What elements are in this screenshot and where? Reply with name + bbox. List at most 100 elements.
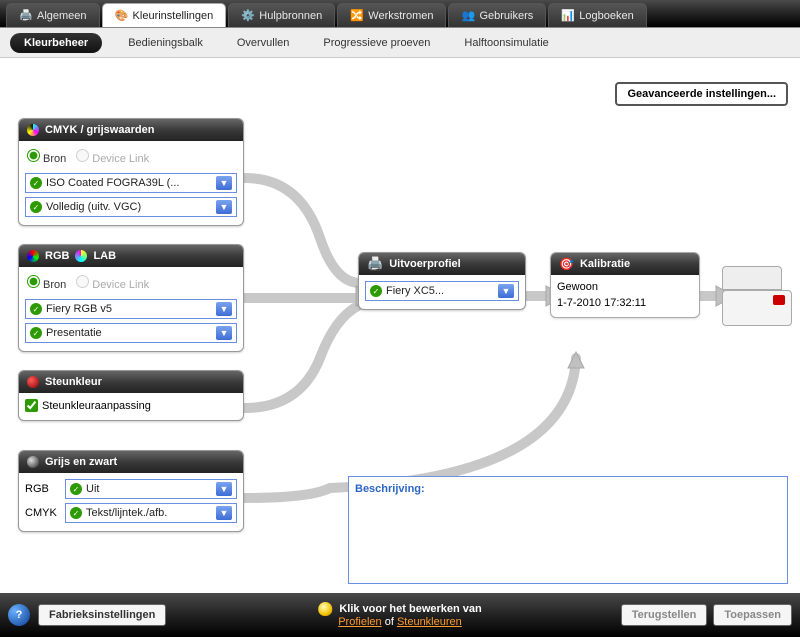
top-tab-bar: 🖨️ Algemeen 🎨 Kleurinstellingen ⚙️ Hulpb…: [0, 0, 800, 28]
combo-text: Presentatie: [46, 327, 102, 339]
tab-werkstromen[interactable]: 🔀 Werkstromen: [337, 3, 446, 27]
workflow-icon: 🔀: [350, 9, 364, 23]
link-steunkleuren[interactable]: Steunkleuren: [397, 616, 462, 628]
footer-bar: ? Fabrieksinstellingen Klik voor het bew…: [0, 593, 800, 637]
spot-match-checkbox[interactable]: Steunkleuraanpassing: [25, 399, 237, 412]
cmyk-icon: [27, 124, 39, 136]
tab-label: Werkstromen: [368, 10, 433, 22]
panel-header: Steunkleur: [19, 371, 243, 393]
check-icon: ✓: [30, 327, 42, 339]
panel-title: Grijs en zwart: [45, 456, 117, 468]
panel-header: RGB LAB: [19, 245, 243, 267]
spot-icon: [27, 376, 39, 388]
chevron-down-icon: ▼: [216, 506, 232, 520]
link-profielen[interactable]: Profielen: [338, 616, 381, 628]
hint-sep: of: [382, 616, 397, 628]
check-icon: ✓: [30, 303, 42, 315]
radio-bron[interactable]: Bron: [27, 149, 66, 165]
combo-text: Uit: [86, 483, 99, 495]
chevron-down-icon: ▼: [498, 284, 514, 298]
footer-hint: Klik voor het bewerken van Profielen of …: [318, 602, 482, 629]
tab-algemeen[interactable]: 🖨️ Algemeen: [6, 3, 100, 27]
tab-gebruikers[interactable]: 👥 Gebruikers: [448, 3, 546, 27]
tab-label: Logboeken: [579, 10, 633, 22]
combo-text: Fiery RGB v5: [46, 303, 112, 315]
check-icon: ✓: [70, 507, 82, 519]
checkbox-label: Steunkleuraanpassing: [42, 400, 151, 412]
tab-logboeken[interactable]: 📊 Logboeken: [548, 3, 646, 27]
calibration-timestamp: 1-7-2010 17:32:11: [557, 297, 693, 309]
combo-text: Volledig (uitv. VGC): [46, 201, 141, 213]
panel-title: Uitvoerprofiel: [389, 258, 461, 270]
panel-header: Grijs en zwart: [19, 451, 243, 473]
tab-hulpbronnen[interactable]: ⚙️ Hulpbronnen: [228, 3, 335, 27]
combo-text: ISO Coated FOGRA39L (...: [46, 177, 179, 189]
tab-label: Gebruikers: [479, 10, 533, 22]
chart-icon: 📊: [561, 9, 575, 23]
panel-gray-black: Grijs en zwart RGB ✓ Uit ▼ CMYK ✓Tekst/li…: [18, 450, 244, 532]
panel-title: Kalibratie: [580, 258, 630, 270]
panel-title-lab: LAB: [93, 250, 116, 262]
calibration-name: Gewoon: [557, 281, 693, 293]
color-wheel-icon: 🎨: [115, 9, 129, 23]
cmyk-intent-select[interactable]: ✓ Volledig (uitv. VGC) ▼: [25, 197, 237, 217]
panel-title: Steunkleur: [45, 376, 102, 388]
advanced-settings-button[interactable]: Geavanceerde instellingen...: [615, 82, 788, 106]
radio-device-link[interactable]: Device Link: [76, 275, 149, 291]
panel-cmyk: CMYK / grijswaarden Bron Device Link ✓ IS…: [18, 118, 244, 226]
panel-title-rgb: RGB: [45, 250, 69, 262]
lab-icon: [75, 250, 87, 262]
panel-output-profile: 🖨️ Uitvoerprofiel ✓ Fiery XC5... ▼: [358, 252, 526, 310]
chevron-down-icon: ▼: [216, 200, 232, 214]
check-icon: ✓: [30, 201, 42, 213]
panel-header: 🎯 Kalibratie: [551, 253, 699, 275]
panel-header: 🖨️ Uitvoerprofiel: [359, 253, 525, 275]
check-icon: ✓: [70, 483, 82, 495]
rgb-source-radios: Bron Device Link: [25, 273, 237, 295]
factory-defaults-button[interactable]: Fabrieksinstellingen: [38, 604, 166, 626]
gray-rgb-select[interactable]: ✓Uit ▼: [65, 479, 237, 499]
panel-calibration: 🎯 Kalibratie Gewoon 1-7-2010 17:32:11: [550, 252, 700, 318]
description-box: Beschrijving:: [348, 476, 788, 584]
apply-button[interactable]: Toepassen: [713, 604, 792, 626]
subtab-bedieningsbalk[interactable]: Bedieningsbalk: [120, 33, 211, 53]
cmyk-source-radios: Bron Device Link: [25, 147, 237, 169]
calibration-icon: 🎯: [559, 257, 574, 271]
subtab-overvullen[interactable]: Overvullen: [229, 33, 298, 53]
gear-icon: ⚙️: [241, 9, 255, 23]
tab-label: Hulpbronnen: [259, 10, 322, 22]
gray-rgb-label: RGB: [25, 483, 59, 495]
sub-tab-bar: Kleurbeheer Bedieningsbalk Overvullen Pr…: [0, 28, 800, 58]
panel-rgb-lab: RGB LAB Bron Device Link ✓ Fiery RGB v5 ▼…: [18, 244, 244, 352]
radio-device-link[interactable]: Device Link: [76, 149, 149, 165]
tab-kleurinstellingen[interactable]: 🎨 Kleurinstellingen: [102, 3, 227, 27]
combo-text: Fiery XC5...: [386, 285, 444, 297]
gray-cmyk-select[interactable]: ✓Tekst/lijntek./afb. ▼: [65, 503, 237, 523]
tab-label: Algemeen: [37, 10, 87, 22]
check-icon: ✓: [370, 285, 382, 297]
output-profile-select[interactable]: ✓ Fiery XC5... ▼: [365, 281, 519, 301]
radio-bron[interactable]: Bron: [27, 275, 66, 291]
help-button[interactable]: ?: [8, 604, 30, 626]
tab-label: Kleurinstellingen: [133, 10, 214, 22]
gray-cmyk-label: CMYK: [25, 507, 59, 519]
panel-header: CMYK / grijswaarden: [19, 119, 243, 141]
gray-icon: [27, 456, 39, 468]
rgb-intent-select[interactable]: ✓ Presentatie ▼: [25, 323, 237, 343]
chevron-down-icon: ▼: [216, 176, 232, 190]
subtab-progressieve[interactable]: Progressieve proeven: [315, 33, 438, 53]
lightbulb-icon: [318, 602, 332, 616]
users-icon: 👥: [461, 9, 475, 23]
chevron-down-icon: ▼: [216, 326, 232, 340]
reset-button[interactable]: Terugstellen: [621, 604, 708, 626]
output-profile-icon: 🖨️: [367, 256, 383, 272]
check-icon: ✓: [30, 177, 42, 189]
subtab-halftoon[interactable]: Halftoonsimulatie: [456, 33, 556, 53]
rgb-profile-select[interactable]: ✓Fiery RGB v5 ▼: [25, 299, 237, 319]
panel-spot: Steunkleur Steunkleuraanpassing: [18, 370, 244, 421]
main-canvas: Geavanceerde instellingen... CMYK / grij…: [0, 58, 800, 593]
cmyk-profile-select[interactable]: ✓ ISO Coated FOGRA39L (... ▼: [25, 173, 237, 193]
hint-text: Klik voor het bewerken van: [339, 602, 481, 614]
printer-icon: 🖨️: [19, 9, 33, 23]
subtab-kleurbeheer[interactable]: Kleurbeheer: [10, 33, 102, 53]
